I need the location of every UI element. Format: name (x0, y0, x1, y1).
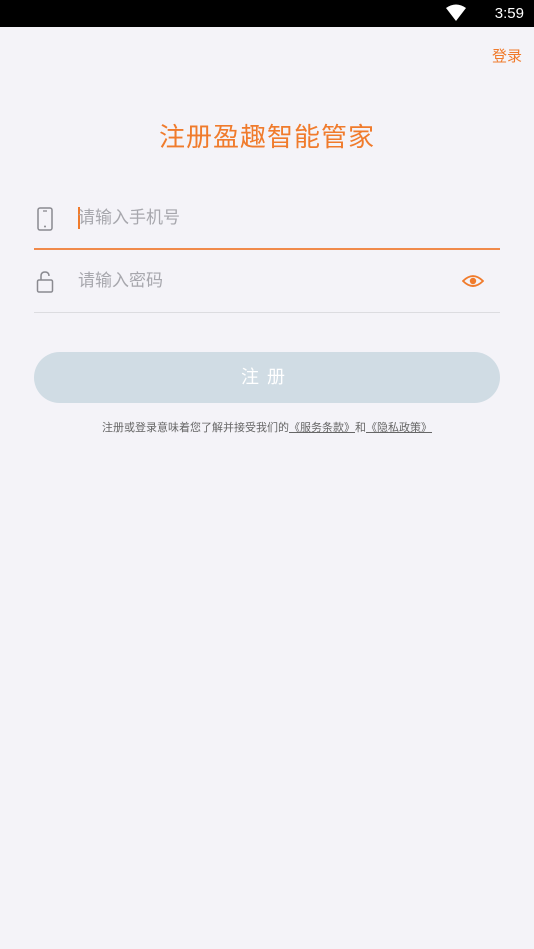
password-field[interactable] (34, 258, 500, 313)
service-terms-link[interactable]: 《服务条款》 (289, 421, 355, 434)
status-bar: 3:59 (0, 0, 534, 27)
lock-icon (36, 271, 54, 293)
password-input[interactable] (78, 266, 458, 296)
register-button[interactable]: 注册 (34, 352, 500, 403)
privacy-policy-link[interactable]: 《隐私政策》 (366, 421, 432, 434)
terms-text: 注册或登录意味着您了解并接受我们的《服务条款》和《隐私政策》 (0, 419, 534, 435)
terms-conjunction: 和 (355, 421, 366, 434)
eye-icon[interactable] (462, 272, 484, 290)
terms-prefix: 注册或登录意味着您了解并接受我们的 (102, 421, 289, 434)
status-time: 3:59 (494, 5, 524, 22)
page-title: 注册盈趣智能管家 (158, 123, 375, 153)
phone-input[interactable] (78, 203, 458, 233)
phone-field[interactable] (34, 195, 500, 250)
login-link[interactable]: 登录 (492, 45, 522, 66)
wifi-icon (446, 4, 466, 21)
phone-icon (37, 207, 53, 231)
